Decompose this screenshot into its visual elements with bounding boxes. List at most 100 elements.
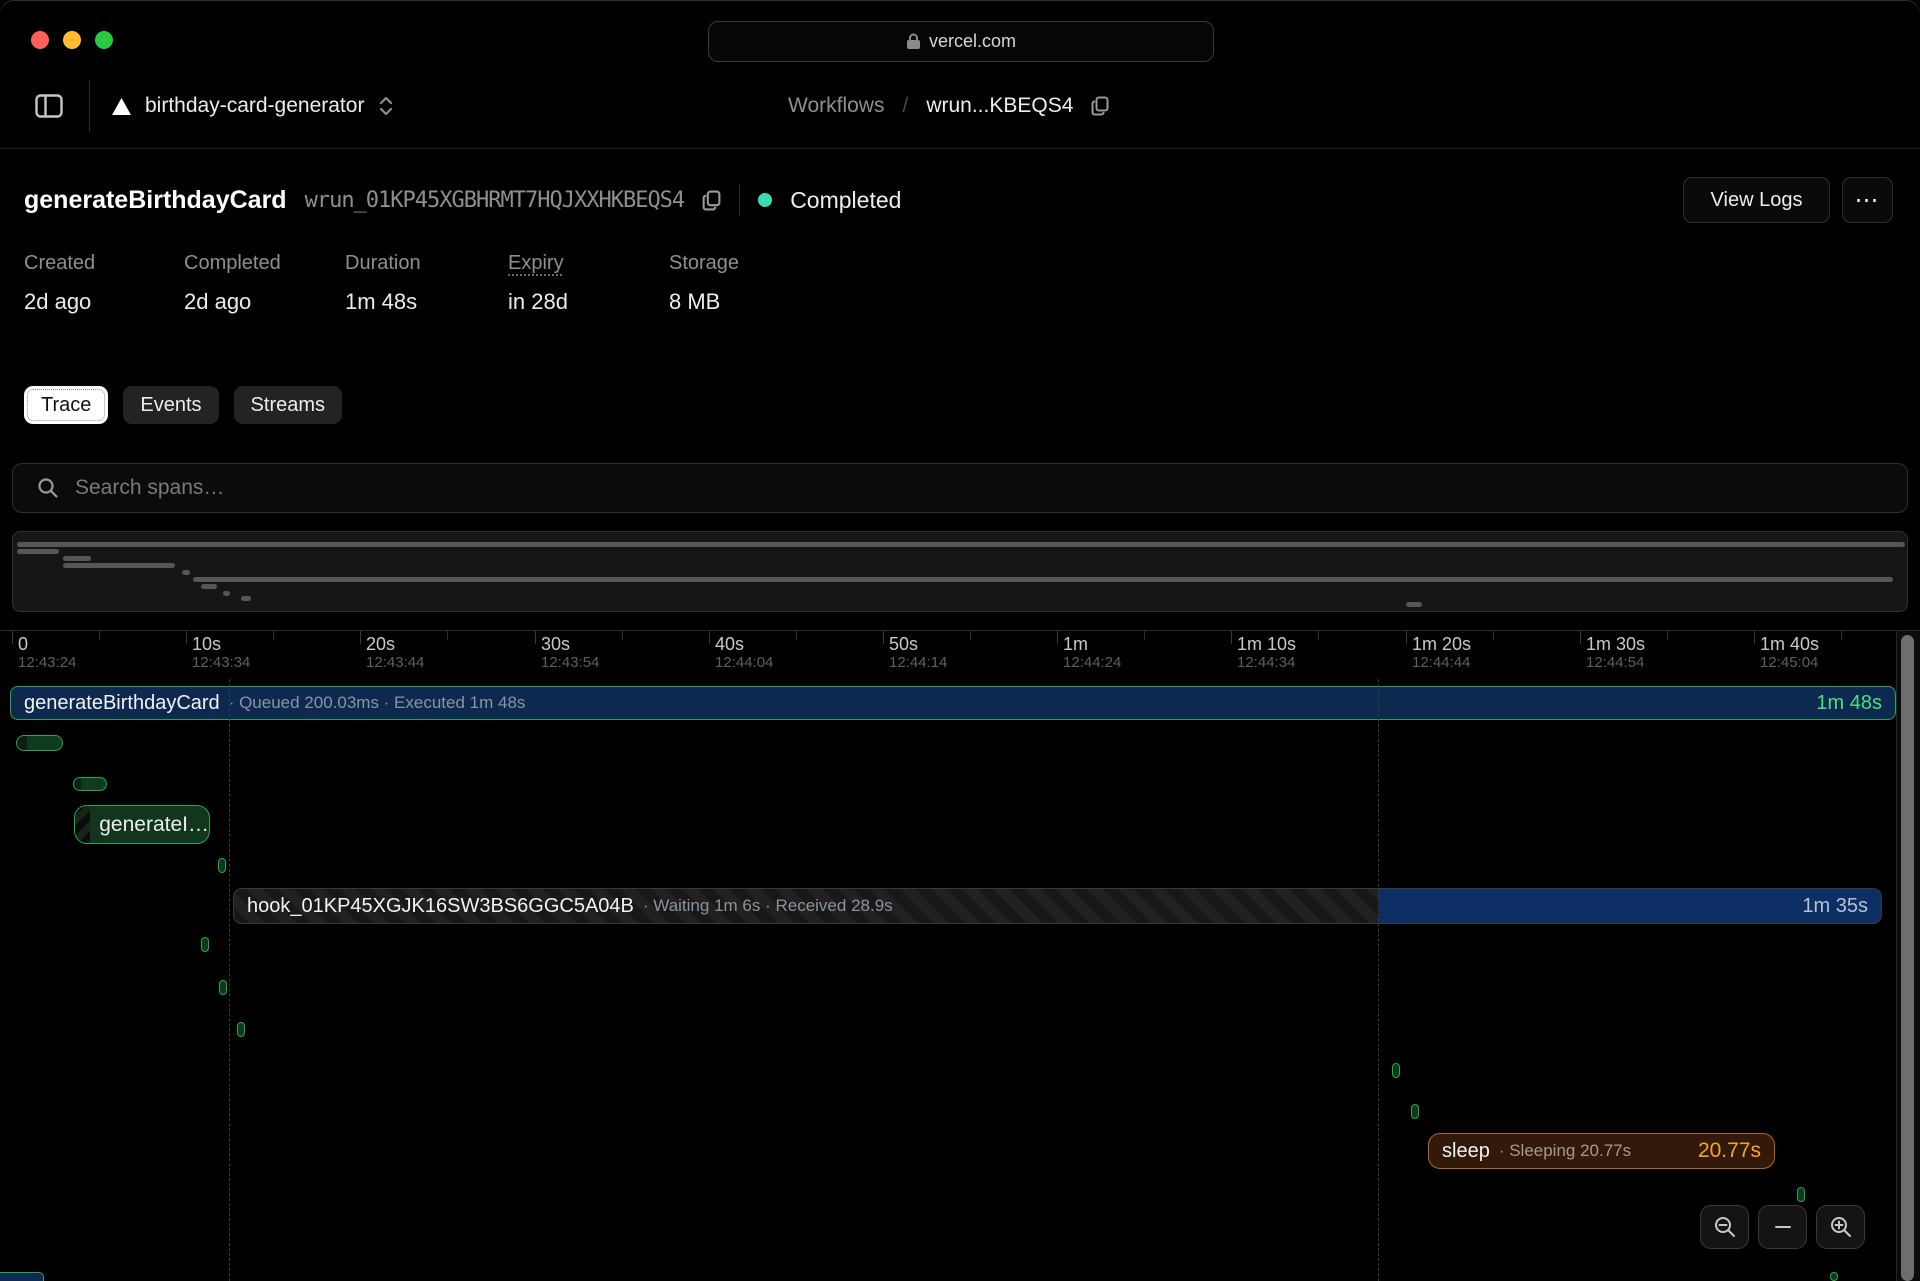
ruler-tick-label: 1m 20s12:44:44 (1412, 634, 1471, 672)
breadcrumb-separator: / (902, 94, 908, 118)
span-sleep-duration: 20.77s (1698, 1139, 1761, 1163)
breadcrumb: Workflows / wrun...KBEQS4 (788, 78, 1109, 134)
timeline-ruler: 012:43:2410s12:43:3420s12:43:4430s12:43:… (0, 630, 1920, 680)
zoom-in-button[interactable] (1816, 1205, 1865, 1249)
ruler-tick-label: 20s12:43:44 (366, 634, 424, 672)
scrollbar-thumb[interactable] (1901, 635, 1914, 1281)
span-instant-marker-3[interactable] (237, 1022, 245, 1037)
meta-value: 1m 48s (345, 289, 508, 315)
zoom-reset-button[interactable] (1758, 1205, 1807, 1249)
title-divider (739, 185, 740, 215)
close-window-button[interactable] (31, 31, 49, 49)
tick-time: 10s (192, 634, 250, 654)
tick-timestamp: 12:43:24 (18, 654, 76, 672)
span-hook-name: hook_01KP45XGJK16SW3BS6GGC5A04B (247, 895, 634, 918)
status-dot (758, 193, 772, 207)
minimap-bar-0 (17, 542, 1905, 547)
span-generate-image[interactable]: generateI… (74, 805, 210, 844)
span-root-meta: · Queued 200.03ms · Executed 1m 48s (229, 693, 526, 713)
meta-label: Expiry (508, 252, 669, 275)
zoom-out-button[interactable] (1700, 1205, 1749, 1249)
tick-time: 1m (1063, 634, 1121, 654)
span-step-pill-0[interactable] (16, 735, 63, 751)
ruler-tick (1406, 631, 1407, 644)
meta-value: 2d ago (184, 289, 345, 315)
tab-streams[interactable]: Streams (234, 386, 342, 424)
tick-time: 50s (889, 634, 947, 654)
meta-value: 8 MB (669, 289, 829, 315)
span-instant-marker-0[interactable] (218, 858, 226, 873)
trace-guide-1 (1378, 679, 1379, 1281)
breadcrumb-workflows-link[interactable]: Workflows (788, 94, 884, 118)
project-selector[interactable]: birthday-card-generator (112, 78, 394, 134)
ruler-minor-tick (447, 631, 448, 640)
search-input[interactable] (73, 475, 1897, 501)
meta-value: 2d ago (24, 289, 184, 315)
vercel-triangle-icon (112, 98, 131, 115)
span-instant-marker-2[interactable] (219, 980, 227, 995)
span-sleep[interactable]: sleep · Sleeping 20.77s 20.77s (1428, 1133, 1775, 1169)
span-instant-marker-1[interactable] (201, 937, 209, 952)
ruler-minor-tick (622, 631, 623, 640)
view-logs-button[interactable]: View Logs (1683, 177, 1830, 223)
meta-col-duration: Duration 1m 48s (345, 252, 508, 315)
span-generate-image-name: generateI… (99, 813, 209, 837)
header-bottom-divider (0, 148, 1920, 149)
span-hook-meta: · Waiting 1m 6s · Received 28.9s (643, 896, 893, 916)
search-bar[interactable] (12, 463, 1908, 513)
ruler-tick-label: 1m 30s12:44:54 (1586, 634, 1645, 672)
url-bar[interactable]: vercel.com (708, 21, 1214, 62)
run-name: generateBirthdayCard (24, 186, 287, 215)
meta-col-storage: Storage8 MB (669, 252, 829, 315)
status-label: Completed (790, 187, 901, 214)
run-metadata: Created2d agoCompleted2d agoDuration1m 4… (24, 252, 829, 315)
span-sleep-name: sleep (1442, 1140, 1490, 1163)
span-root[interactable]: generateBirthdayCard · Queued 200.03ms ·… (10, 686, 1896, 720)
trace-panel: generateBirthdayCard · Queued 200.03ms ·… (0, 679, 1920, 1281)
minimap-bar-2 (63, 556, 91, 561)
minimap-bar-1 (17, 549, 59, 554)
tick-timestamp: 12:43:44 (366, 654, 424, 672)
span-instant-marker-6[interactable] (1797, 1187, 1805, 1202)
span-instant-marker-5[interactable] (1411, 1104, 1419, 1119)
trace-minimap[interactable] (12, 531, 1908, 612)
tick-timestamp: 12:45:04 (1760, 654, 1819, 672)
span-step-pill-1[interactable] (73, 777, 107, 791)
minimap-bar-3 (63, 563, 175, 568)
tab-trace[interactable]: Trace (24, 386, 108, 424)
ruler-minor-tick (1493, 631, 1494, 640)
ruler-tick-label: 1m 10s12:44:34 (1237, 634, 1296, 672)
meta-label: Duration (345, 252, 508, 275)
span-instant-marker-7[interactable] (1830, 1272, 1838, 1281)
minimize-window-button[interactable] (63, 31, 81, 49)
minimap-bar-9 (1406, 602, 1422, 607)
ruler-tick (360, 631, 361, 644)
span-root-name: generateBirthdayCard (24, 692, 220, 715)
span-instant-marker-4[interactable] (1392, 1063, 1400, 1078)
ruler-tick-label: 10s12:43:34 (192, 634, 250, 672)
tick-timestamp: 12:44:14 (889, 654, 947, 672)
copy-run-id-button[interactable] (702, 190, 721, 211)
meta-col-created: Created 2d ago (24, 252, 184, 315)
browser-window: vercel.com birthday-card-generator Workf… (0, 0, 1920, 1281)
meta-label: Created (24, 252, 184, 275)
ruler-tick (186, 631, 187, 644)
copy-run-id-icon[interactable] (1091, 96, 1109, 116)
tab-events[interactable]: Events (123, 386, 218, 424)
sidebar-toggle-button[interactable] (35, 94, 63, 118)
tick-time: 30s (541, 634, 599, 654)
zoom-window-button[interactable] (95, 31, 113, 49)
ruler-minor-tick (1144, 631, 1145, 640)
tab-bar: Trace Events Streams (24, 386, 342, 424)
minimap-bar-5 (193, 577, 1893, 582)
more-actions-button[interactable]: ⋯ (1842, 177, 1893, 223)
meta-col-expiry: Expiryin 28d (508, 252, 669, 315)
meta-col-completed: Completed2d ago (184, 252, 345, 315)
ruler-tick-label: 50s12:44:14 (889, 634, 947, 672)
ruler-tick-label: 40s12:44:04 (715, 634, 773, 672)
ruler-tick (1754, 631, 1755, 644)
ruler-minor-tick (1318, 631, 1319, 640)
ruler-tick (1057, 631, 1058, 644)
url-text: vercel.com (929, 31, 1016, 52)
span-hook[interactable]: hook_01KP45XGJK16SW3BS6GGC5A04B · Waitin… (233, 888, 1882, 924)
